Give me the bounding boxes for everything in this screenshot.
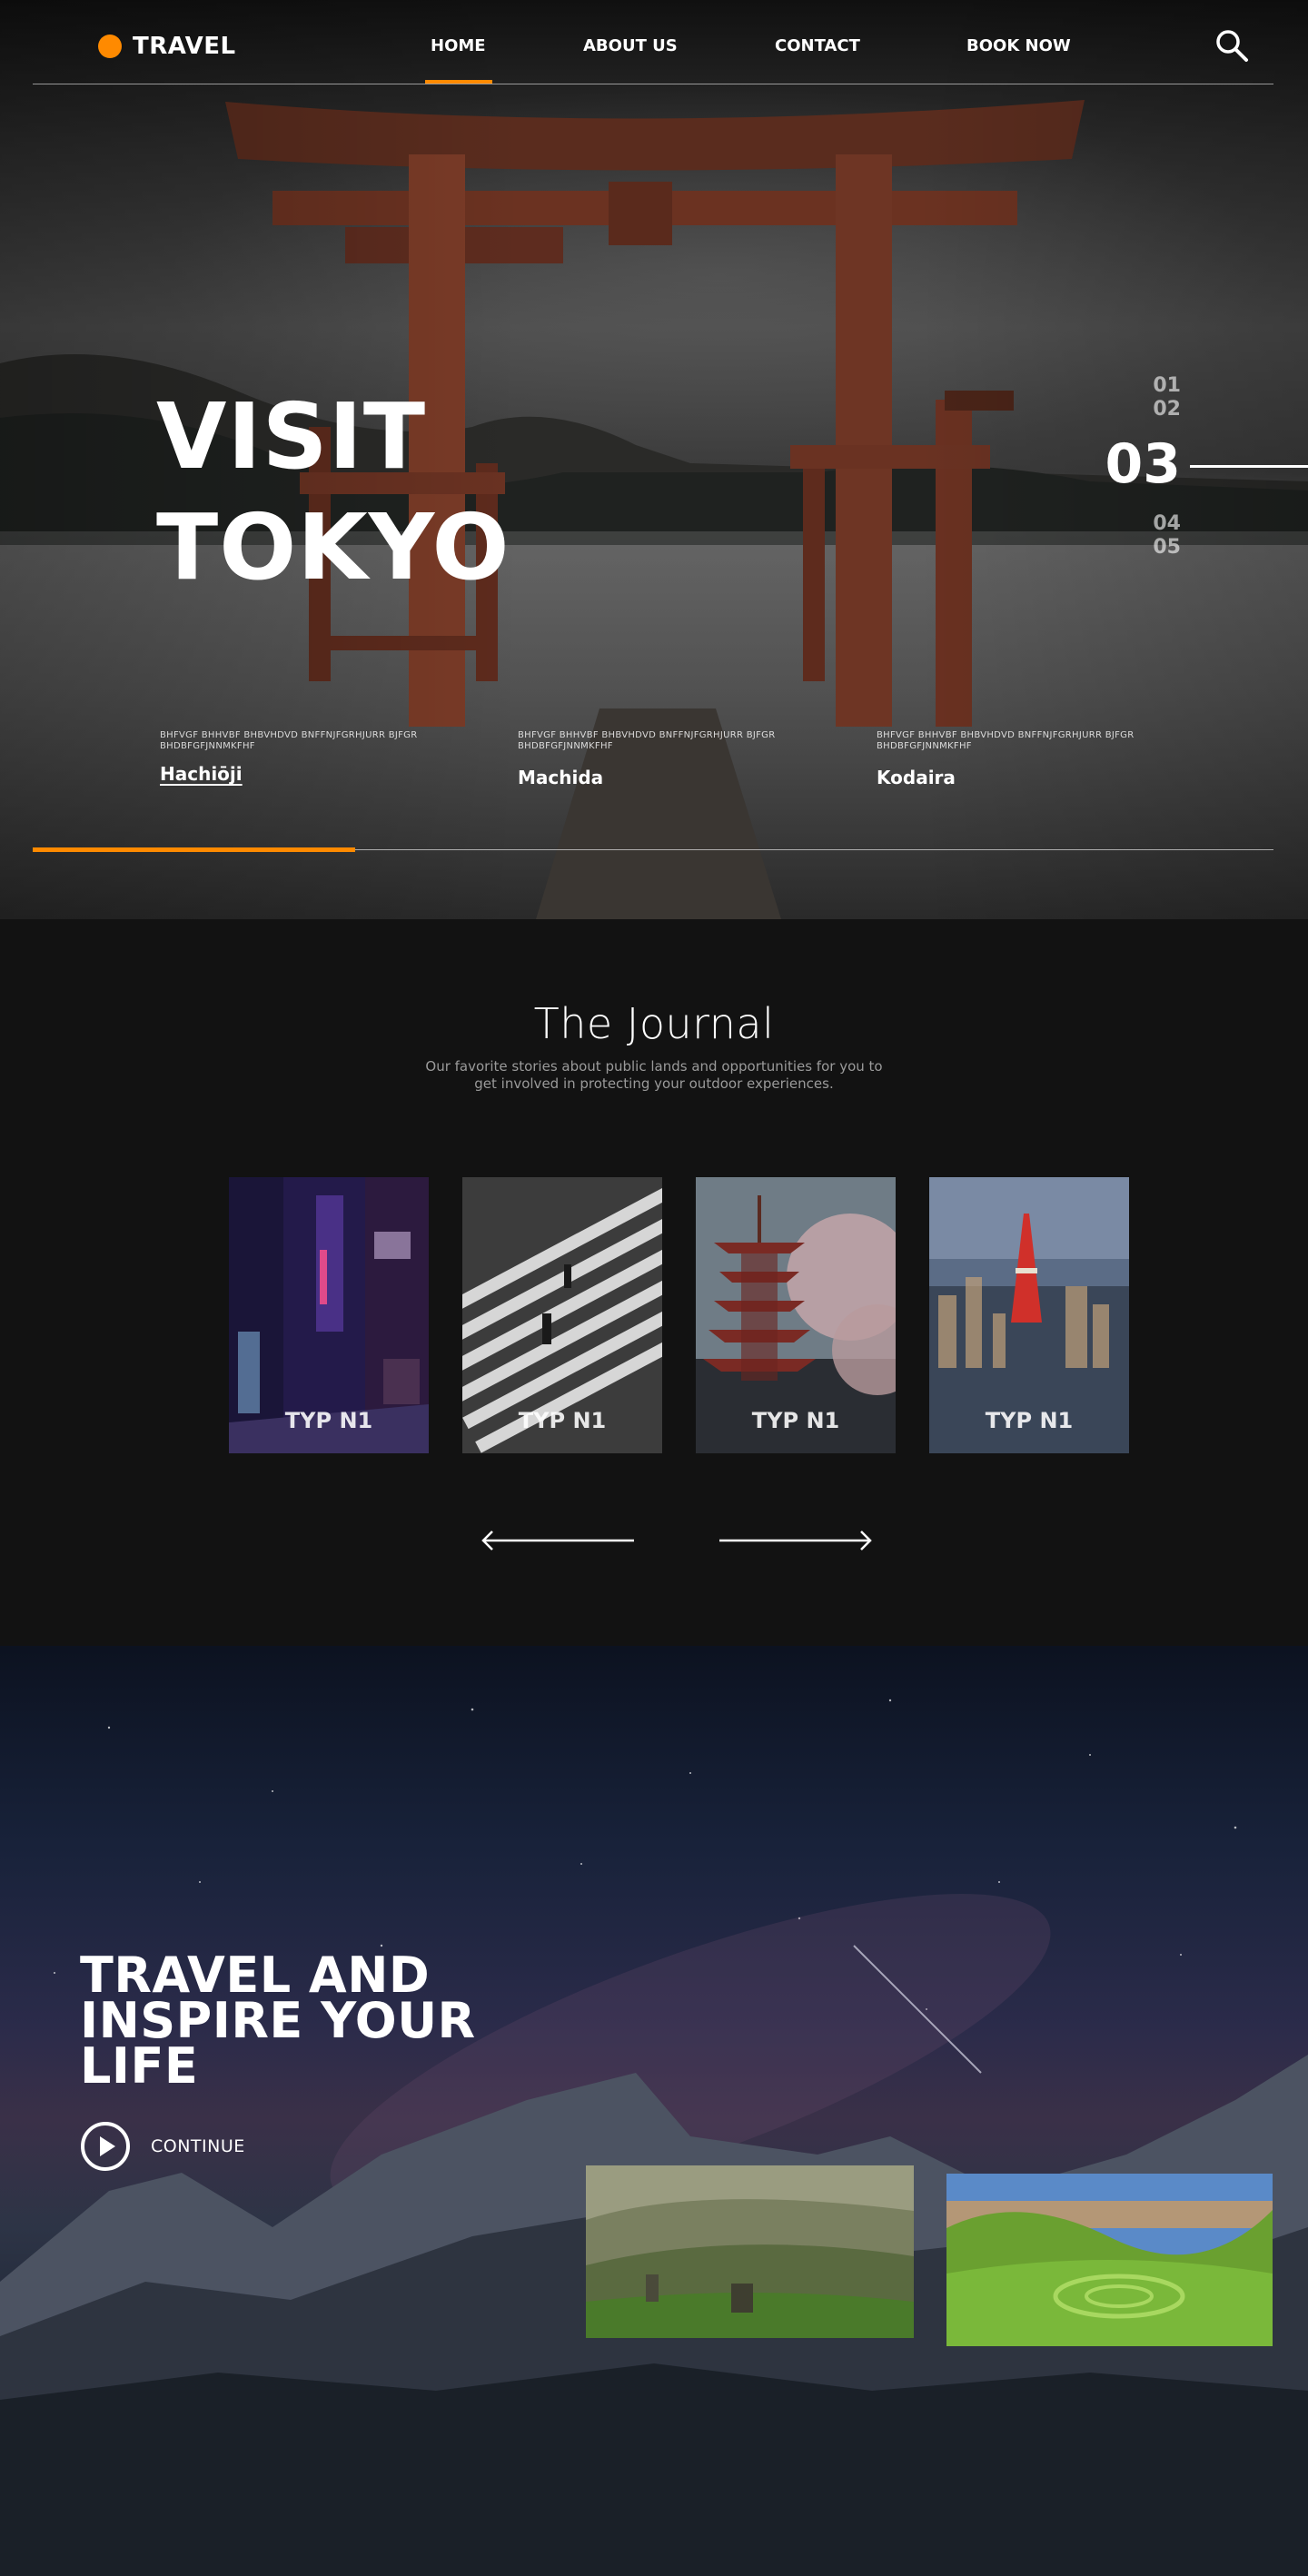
place-description: BHFVGF BHHVBF BHBVHDVD BNFFNJFGRHJURR BJ… bbox=[518, 730, 776, 751]
place-name-kodaira[interactable]: Kodaira bbox=[877, 767, 1149, 788]
place-description: BHFVGF BHHVBF BHBVHDVD BNFFNJFGRHJURR BJ… bbox=[877, 730, 1135, 751]
journal-card-crosswalk[interactable]: TYP N1 bbox=[462, 1177, 662, 1453]
places-list: BHFVGF BHHVBF BHBVHDVD BNFFNJFGRHJURR BJ… bbox=[0, 730, 1308, 821]
nav-contact[interactable]: CONTACT bbox=[775, 36, 860, 55]
play-icon bbox=[81, 2122, 130, 2171]
inspire-section: TRAVEL AND INSPIRE YOUR LIFE CONTINUE bbox=[0, 1646, 1308, 2576]
slide-number-3-active[interactable]: 03 bbox=[1105, 432, 1182, 496]
hero-title-line1: VISIT bbox=[156, 383, 427, 490]
journal-card-tokyo-tower[interactable]: TYP N1 bbox=[929, 1177, 1129, 1453]
green-hills-image bbox=[946, 2174, 1273, 2346]
hero-title-line2: TOKYO bbox=[156, 494, 510, 600]
gallery-photo-valley[interactable] bbox=[586, 2165, 914, 2338]
search-icon[interactable] bbox=[1214, 27, 1250, 64]
slide-number-2[interactable]: 02 bbox=[1153, 398, 1181, 421]
nav-about-us[interactable]: ABOUT US bbox=[583, 36, 678, 55]
slide-number-5[interactable]: 05 bbox=[1153, 536, 1181, 559]
arrow-right-icon[interactable] bbox=[718, 1530, 874, 1551]
place-name-hachioji[interactable]: Hachiōji bbox=[160, 763, 432, 785]
continue-button[interactable]: CONTINUE bbox=[80, 2121, 245, 2172]
journal-card-alley[interactable]: TYP N1 bbox=[229, 1177, 429, 1453]
journal-section: The Journal Our favorite stories about p… bbox=[0, 919, 1308, 1646]
places-progress-fill bbox=[33, 847, 355, 852]
slide-pager: 01 02 03 04 05 bbox=[1105, 374, 1308, 565]
journal-subtitle: Our favorite stories about public lands … bbox=[425, 1058, 883, 1092]
card-label: TYP N1 bbox=[985, 1408, 1074, 1433]
arrow-left-icon[interactable] bbox=[480, 1530, 636, 1551]
inspire-title-line3: LIFE bbox=[80, 2037, 199, 2095]
slide-active-line bbox=[1190, 465, 1308, 468]
nav-book-now[interactable]: BOOK NOW bbox=[966, 36, 1071, 55]
hero-title: VISIT TOKYO bbox=[156, 381, 510, 603]
place-item: BHFVGF BHHVBF BHBVHDVD BNFFNJFGRHJURR BJ… bbox=[877, 730, 1149, 788]
place-name-machida[interactable]: Machida bbox=[518, 767, 790, 788]
journal-title: The Journal bbox=[533, 999, 775, 1048]
card-label: TYP N1 bbox=[518, 1408, 607, 1433]
place-item: BHFVGF BHHVBF BHBVHDVD BNFFNJFGRHJURR BJ… bbox=[518, 730, 790, 788]
inspire-title: TRAVEL AND INSPIRE YOUR LIFE bbox=[80, 1951, 476, 2095]
nav-links: HOME ABOUT US CONTACT BOOK NOW bbox=[0, 36, 1308, 73]
place-item: BHFVGF BHHVBF BHBVHDVD BNFFNJFGRHJURR BJ… bbox=[160, 730, 432, 785]
card-label: TYP N1 bbox=[751, 1408, 840, 1433]
hero-section: TRAVEL HOME ABOUT US CONTACT BOOK NOW VI… bbox=[0, 0, 1308, 919]
journal-card-pagoda[interactable]: TYP N1 bbox=[696, 1177, 896, 1453]
slide-number-4[interactable]: 04 bbox=[1153, 512, 1181, 535]
top-nav: TRAVEL HOME ABOUT US CONTACT BOOK NOW bbox=[0, 0, 1308, 87]
valley-image bbox=[586, 2165, 914, 2338]
continue-label: CONTINUE bbox=[151, 2136, 245, 2156]
nav-home[interactable]: HOME bbox=[431, 36, 486, 55]
night-sky-mountains-image bbox=[0, 1699, 1308, 2576]
card-label: TYP N1 bbox=[284, 1408, 373, 1433]
slide-number-1[interactable]: 01 bbox=[1153, 374, 1181, 397]
gallery-photo-green-hills[interactable] bbox=[946, 2174, 1273, 2346]
place-description: BHFVGF BHHVBF BHBVHDVD BNFFNJFGRHJURR BJ… bbox=[160, 730, 418, 751]
